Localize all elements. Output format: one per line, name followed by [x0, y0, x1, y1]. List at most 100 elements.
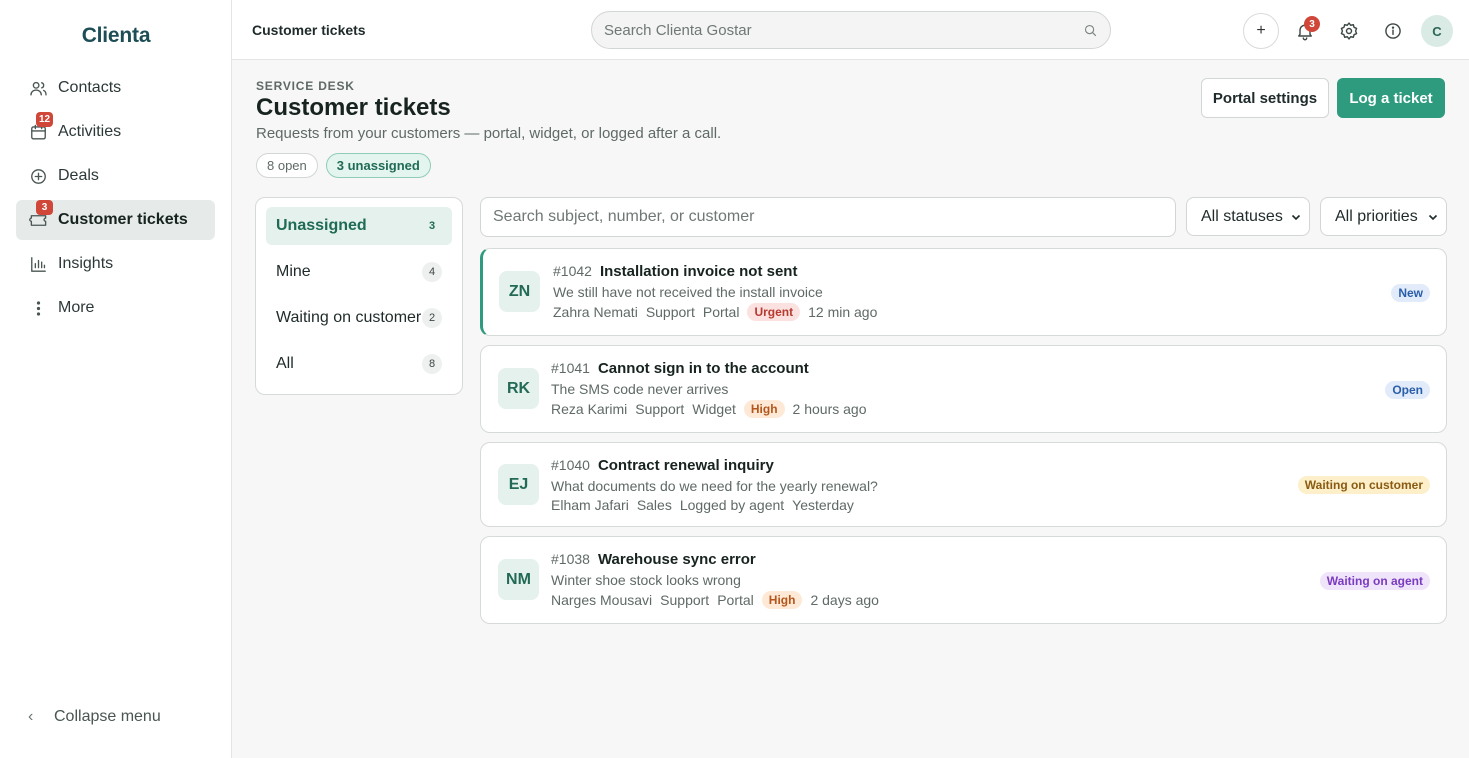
ticket-customer: Narges Mousavi — [551, 592, 653, 608]
view-label: Waiting on customer — [276, 309, 422, 326]
sidebar-item-customer-tickets[interactable]: 3 Customer tickets — [16, 200, 215, 240]
ticket-number: #1042 — [553, 263, 592, 279]
priority-badge: High — [743, 400, 785, 418]
help-button[interactable] — [1375, 13, 1411, 49]
view-label: All — [276, 355, 294, 372]
ticket-content: #1038 Warehouse sync error Winter shoe s… — [551, 551, 887, 609]
ticket-content: #1040 Contract renewal inquiry What docu… — [551, 457, 878, 513]
ticket-team: Support — [660, 592, 710, 608]
notifications-button[interactable]: 3 — [1287, 13, 1323, 49]
ticket-meta: Elham Jafari Sales Logged by agent Yeste… — [551, 497, 878, 513]
topbar-actions: + 3 C — [1243, 13, 1453, 49]
sidebar-item-label: More — [58, 299, 95, 316]
summary-chips: 8 open 3 unassigned — [256, 153, 439, 178]
more-vertical-icon — [28, 298, 48, 318]
sidebar-nav: Contacts 12 Activities Deals 3 Customer … — [16, 68, 215, 332]
sidebar-item-activities[interactable]: 12 Activities — [16, 112, 215, 152]
ticket-list: ZN #1042 Installation invoice not sent W… — [480, 248, 1447, 633]
ticket-channel: Portal — [717, 592, 754, 608]
search-icon — [1084, 24, 1097, 36]
status-badge: Waiting on agent — [1319, 572, 1430, 590]
global-search-input[interactable] — [604, 21, 1083, 39]
quick-add-button[interactable]: + — [1243, 13, 1279, 49]
ticket-meta: Reza Karimi Support Widget High 2 hours … — [551, 400, 875, 418]
ticket-preview: We still have not received the install i… — [553, 284, 823, 300]
ticket-meta: Narges Mousavi Support Portal High 2 day… — [551, 591, 887, 609]
page-eyebrow: SERVICE DESK — [256, 79, 355, 93]
ticket-subject: Warehouse sync error — [597, 551, 756, 568]
bar-chart-icon — [28, 254, 48, 274]
ticket-time: Yesterday — [792, 497, 854, 513]
ticket-search-input[interactable] — [493, 208, 1163, 226]
sidebar-item-more[interactable]: More — [16, 288, 215, 328]
ticket-number: #1040 — [551, 457, 590, 473]
chevron-down-icon — [1428, 214, 1438, 220]
ticket-row[interactable]: EJ #1040 Contract renewal inquiry What d… — [480, 442, 1447, 527]
page-title: Customer tickets — [256, 94, 451, 121]
ticket-number: #1038 — [551, 551, 590, 567]
ticket-subject: Cannot sign in to the account — [597, 360, 809, 377]
portal-settings-button[interactable]: Portal settings — [1201, 78, 1329, 118]
ticket-icon: 3 — [28, 200, 53, 230]
global-search[interactable] — [591, 11, 1111, 49]
view-count: 2 — [422, 308, 442, 328]
user-avatar[interactable]: C — [1421, 15, 1453, 47]
notifications-badge: 3 — [1304, 16, 1320, 32]
ticket-preview: The SMS code never arrives — [551, 381, 729, 397]
topbar-title: Customer tickets — [252, 22, 366, 38]
gear-icon — [1340, 22, 1358, 40]
ticket-channel: Portal — [702, 304, 740, 320]
ticket-time: 12 min ago — [808, 304, 878, 320]
customer-avatar: ZN — [499, 271, 540, 312]
chevron-left-icon: ‹ — [28, 708, 34, 725]
collapse-menu-button[interactable]: ‹ Collapse menu — [28, 708, 161, 726]
ticket-number: #1041 — [551, 360, 590, 376]
ticket-time: 2 days ago — [810, 592, 879, 608]
priority-filter-value: All priorities — [1335, 207, 1418, 225]
ticket-team: Sales — [636, 497, 672, 513]
priority-filter-select[interactable]: All priorities — [1320, 197, 1447, 236]
ticket-content: #1041 Cannot sign in to the account The … — [551, 360, 875, 418]
ticket-views-panel: Unassigned 3 Mine 4 Waiting on customer … — [255, 197, 463, 395]
activities-badge: 12 — [36, 112, 54, 127]
ticket-subject: Installation invoice not sent — [599, 263, 798, 280]
settings-button[interactable] — [1331, 13, 1367, 49]
chevron-down-icon — [1291, 214, 1301, 220]
view-count: 8 — [422, 354, 442, 374]
ticket-time: 2 hours ago — [792, 401, 867, 417]
users-icon — [28, 78, 48, 98]
view-all[interactable]: All 8 — [266, 345, 452, 383]
priority-badge: Urgent — [747, 303, 801, 321]
ticket-row[interactable]: NM #1038 Warehouse sync error Winter sho… — [480, 536, 1447, 624]
view-count: 4 — [422, 262, 442, 282]
sidebar: Clienta Contacts 12 Activities Deals 3 C… — [0, 0, 232, 758]
view-mine[interactable]: Mine 4 — [266, 253, 452, 291]
ticket-row[interactable]: RK #1041 Cannot sign in to the account T… — [480, 345, 1447, 433]
ticket-row[interactable]: ZN #1042 Installation invoice not sent W… — [480, 248, 1447, 336]
plus-circle-icon — [28, 166, 48, 186]
status-filter-select[interactable]: All statuses — [1186, 197, 1310, 236]
tickets-badge: 3 — [36, 200, 53, 215]
sidebar-item-label: Insights — [58, 255, 114, 272]
view-waiting-on-customer[interactable]: Waiting on customer 2 — [266, 299, 452, 337]
app-logo[interactable]: Clienta — [0, 24, 232, 48]
topbar: Customer tickets + 3 C — [232, 0, 1469, 60]
unassigned-count-chip[interactable]: 3 unassigned — [325, 153, 431, 178]
sidebar-item-label: Deals — [58, 167, 99, 184]
view-label: Mine — [276, 263, 311, 280]
collapse-menu-label: Collapse menu — [54, 708, 161, 725]
log-ticket-button[interactable]: Log a ticket — [1337, 78, 1445, 118]
sidebar-item-contacts[interactable]: Contacts — [16, 68, 215, 108]
sidebar-item-insights[interactable]: Insights — [16, 244, 215, 284]
ticket-customer: Elham Jafari — [551, 497, 629, 513]
customer-avatar: EJ — [498, 464, 539, 505]
ticket-customer: Reza Karimi — [551, 401, 628, 417]
view-unassigned[interactable]: Unassigned 3 — [266, 207, 452, 245]
ticket-preview: What documents do we need for the yearly… — [551, 478, 878, 494]
view-label: Unassigned — [276, 217, 367, 234]
sidebar-item-deals[interactable]: Deals — [16, 156, 215, 196]
ticket-meta: Zahra Nemati Support Portal Urgent 12 mi… — [553, 303, 885, 321]
ticket-search[interactable] — [480, 197, 1176, 237]
ticket-team: Support — [645, 304, 695, 320]
ticket-subject: Contract renewal inquiry — [597, 457, 774, 474]
